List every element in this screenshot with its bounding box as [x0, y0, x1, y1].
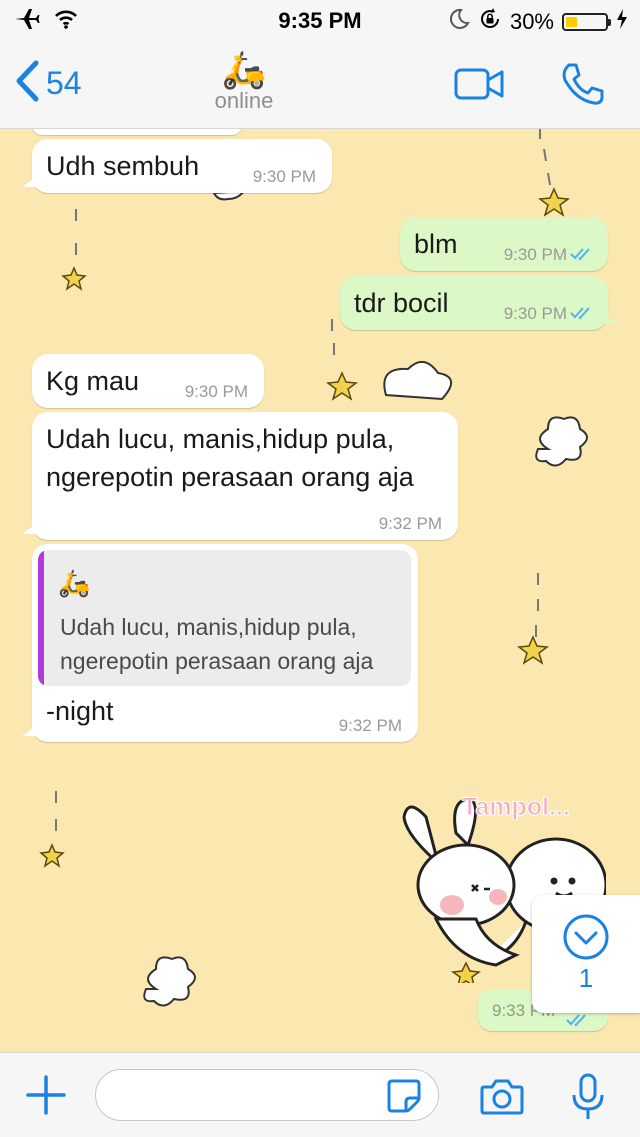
contact-info[interactable]: 🛵 online: [200, 50, 288, 114]
message-text-line: Udah lucu, manis,hidup pula,: [46, 424, 395, 454]
battery-icon: [562, 13, 611, 31]
message-bubble-partial[interactable]: [32, 129, 242, 135]
status-bar: 9:35 PM 30%: [0, 0, 640, 40]
message-text: -night: [46, 696, 114, 726]
message-bubble-incoming[interactable]: Udah lucu, manis,hidup pula, ngerepotin …: [22, 412, 458, 540]
message-bubble-incoming[interactable]: Udh sembuh 9:30 PM: [22, 139, 332, 193]
message-time-wrap: 9:30 PM: [504, 304, 594, 325]
plus-icon[interactable]: [26, 1075, 66, 1120]
quote-text-line: ngerepotin perasaan orang aja: [60, 648, 374, 674]
quote-author: 🛵: [58, 568, 91, 598]
chat-area[interactable]: Udh sembuh 9:30 PM blm 9:30 PM tdr bocil…: [0, 129, 640, 1052]
read-ticks-icon: [570, 246, 594, 266]
input-bar: [0, 1052, 640, 1137]
quoted-message[interactable]: 🛵 Udah lucu, manis,hidup pula, ngerepoti…: [38, 550, 411, 686]
message-time: 9:32 PM: [378, 514, 442, 533]
message-bubble-incoming[interactable]: Kg mau 9:30 PM: [32, 354, 264, 408]
back-button[interactable]: 54: [14, 60, 82, 107]
message-time-wrap: 9:30 PM: [504, 245, 594, 266]
camera-icon[interactable]: [480, 1077, 524, 1120]
message-text-line: ngerepotin perasaan orang aja: [46, 462, 414, 492]
charging-icon: [616, 9, 628, 35]
message-text: tdr bocil: [354, 288, 449, 318]
quote-bar: [38, 550, 44, 686]
rotation-lock-icon: [478, 7, 502, 37]
message-text: blm: [414, 229, 458, 259]
unread-count-badge: 1: [578, 963, 594, 993]
chat-header: 54 🛵 online: [0, 40, 640, 129]
video-call-icon[interactable]: [454, 67, 506, 106]
back-unread-count: 54: [46, 65, 82, 101]
message-time: 9:30 PM: [503, 304, 567, 323]
message-bubble-outgoing[interactable]: tdr bocil 9:30 PM: [340, 276, 618, 330]
message-bubble-reply[interactable]: 🛵 Udah lucu, manis,hidup pula, ngerepoti…: [22, 544, 418, 742]
sticker-caption: Tampol...: [462, 793, 571, 822]
chevron-down-circle-icon: [562, 913, 610, 966]
sticker-icon[interactable]: [386, 1078, 422, 1119]
contact-name: 🛵: [221, 49, 267, 90]
message-time: 9:30 PM: [184, 382, 248, 401]
phone-call-icon[interactable]: [560, 62, 604, 111]
contact-status: online: [214, 88, 274, 113]
message-text: Kg mau: [46, 366, 140, 396]
scroll-to-bottom-button[interactable]: 1: [532, 895, 640, 1013]
message-text: Udh sembuh: [46, 151, 200, 181]
message-time: 9:32 PM: [338, 716, 402, 735]
battery-percent: 30%: [509, 9, 554, 34]
read-ticks-icon: [570, 305, 594, 325]
message-bubble-outgoing[interactable]: blm 9:30 PM: [400, 217, 608, 271]
message-time: 9:30 PM: [252, 167, 316, 186]
moon-icon: [448, 8, 470, 36]
microphone-icon[interactable]: [570, 1073, 606, 1126]
message-time: 9:30 PM: [503, 245, 567, 264]
back-chevron-icon: [14, 60, 40, 107]
quote-text-line: Udah lucu, manis,hidup pula,: [60, 614, 357, 640]
